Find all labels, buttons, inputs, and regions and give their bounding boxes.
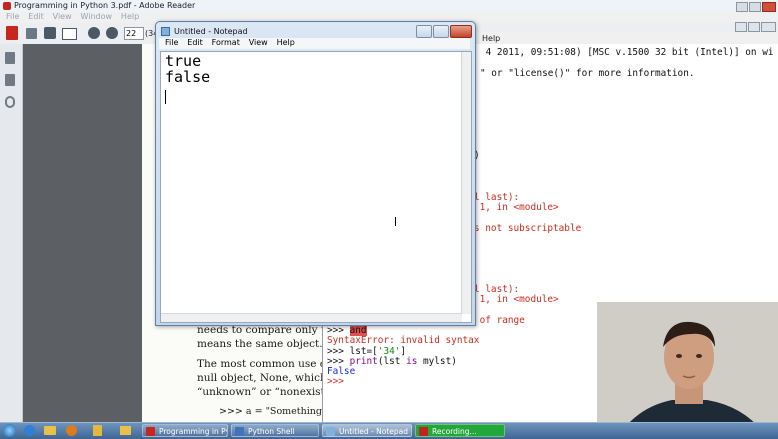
- adobe-reader-icon: [3, 2, 11, 10]
- reader-title-bar: Programming in Python 3.pdf - Adobe Read…: [0, 0, 778, 12]
- shell-syntax-error: SyntaxError: invalid syntax: [327, 335, 480, 346]
- file-explorer-icon[interactable]: [44, 426, 56, 435]
- reader-window-controls: [736, 2, 776, 12]
- shell-line: 1, in <module>: [474, 294, 559, 305]
- pdf-text-line: null object, None, which: [197, 372, 327, 384]
- notepad-horizontal-scrollbar[interactable]: [161, 313, 462, 322]
- reader-restore-button[interactable]: [749, 2, 761, 12]
- shell-maximize-button[interactable]: [748, 22, 760, 32]
- page-number-input[interactable]: [124, 27, 144, 40]
- shell-current-prompt[interactable]: >>>: [327, 376, 344, 387]
- shell-line: 4 2011, 09:51:08) [MSC v.1500 32 bit (In…: [480, 47, 774, 58]
- notepad-text-line: false: [165, 68, 211, 86]
- media-player-icon[interactable]: [93, 425, 102, 436]
- notepad-window: Untitled - Notepad File Edit Format View…: [155, 21, 476, 326]
- bookmarks-panel-icon[interactable]: [5, 74, 15, 86]
- pdf-text-line: The most common use c: [197, 358, 326, 370]
- notepad-close-button[interactable]: [450, 25, 472, 38]
- shell-window-controls: [735, 22, 778, 32]
- reader-menu-edit[interactable]: Edit: [28, 12, 44, 21]
- taskbar-item-label: Programming in Pyt...: [159, 427, 227, 436]
- internet-explorer-icon[interactable]: [24, 425, 35, 436]
- taskbar-item-adobe-reader[interactable]: Programming in Pyt...: [142, 424, 228, 437]
- pdf-text-line: means the same object.: [197, 338, 323, 350]
- taskbar-item-label: Python Shell: [248, 427, 295, 436]
- shell-menu-help[interactable]: Help: [482, 34, 500, 43]
- reader-menu-view[interactable]: View: [53, 12, 72, 21]
- notepad-menu-file[interactable]: File: [165, 38, 178, 47]
- notepad-menu-bar: File Edit Format View Help: [159, 38, 470, 49]
- shell-line: s not subscriptable: [474, 223, 582, 234]
- reader-window-title: Programming in Python 3.pdf - Adobe Read…: [14, 1, 196, 10]
- shell-line: " or "license()" for more information.: [480, 68, 695, 79]
- notepad-text-line: true: [165, 52, 202, 70]
- presenter-webcam-image: [597, 302, 778, 438]
- webcam-overlay: [597, 302, 778, 438]
- adobe-reader-task-icon: [146, 427, 155, 436]
- firefox-icon[interactable]: [66, 425, 77, 436]
- taskbar-item-label: Untitled - Notepad: [339, 427, 409, 436]
- reader-close-button[interactable]: [762, 2, 776, 12]
- text-caret: [165, 90, 166, 104]
- shell-line: of range: [474, 315, 525, 326]
- print-icon[interactable]: [44, 27, 56, 39]
- windows-taskbar: Programming in Pyt... Python Shell Untit…: [0, 422, 778, 439]
- shell-close-button[interactable]: [761, 22, 776, 32]
- shell-keyword-is: is: [406, 356, 418, 367]
- pages-panel-icon[interactable]: [5, 52, 15, 64]
- taskbar-item-label: Recording...: [432, 427, 477, 436]
- email-icon[interactable]: [62, 28, 77, 40]
- notepad-menu-format[interactable]: Format: [212, 38, 240, 47]
- notepad-menu-view[interactable]: View: [249, 38, 268, 47]
- shell-print-args: (lst: [377, 356, 407, 367]
- notepad-menu-edit[interactable]: Edit: [187, 38, 203, 47]
- start-button-icon[interactable]: [3, 424, 16, 437]
- pdf-code-line: >>> a = "Something": [219, 406, 327, 417]
- shell-line: 1, in <module>: [474, 202, 559, 213]
- taskbar-item-notepad[interactable]: Untitled - Notepad: [322, 424, 412, 437]
- recording-task-icon: [419, 427, 428, 436]
- save-icon[interactable]: [26, 28, 37, 39]
- previous-page-icon[interactable]: [88, 27, 100, 39]
- mouse-ibeam-cursor: [395, 217, 396, 226]
- pdf-text-line: “unknown” or “nonexiste: [197, 386, 332, 398]
- shell-minimize-button[interactable]: [735, 22, 747, 32]
- reader-menu-file[interactable]: File: [6, 12, 19, 21]
- taskbar-item-recording[interactable]: Recording...: [415, 424, 505, 437]
- notepad-menu-help[interactable]: Help: [277, 38, 295, 47]
- notepad-window-title: Untitled - Notepad: [174, 27, 248, 36]
- reader-menu-help[interactable]: Help: [121, 12, 139, 21]
- next-page-icon[interactable]: [106, 27, 118, 39]
- notepad-task-icon: [326, 427, 335, 436]
- create-pdf-icon[interactable]: [6, 26, 18, 40]
- attachments-paperclip-icon[interactable]: [5, 96, 15, 108]
- notepad-app-icon: [161, 27, 170, 36]
- python-shell-task-icon: [235, 427, 244, 436]
- folder-icon[interactable]: [120, 426, 131, 435]
- notepad-minimize-button[interactable]: [416, 25, 432, 38]
- notepad-vertical-scrollbar[interactable]: [461, 52, 471, 314]
- reader-menu-window[interactable]: Window: [81, 12, 113, 21]
- navigation-pane: [0, 44, 23, 422]
- notepad-maximize-button[interactable]: [433, 25, 449, 38]
- reader-minimize-button[interactable]: [736, 2, 748, 12]
- notepad-text-area[interactable]: true false: [160, 51, 472, 323]
- taskbar-item-python-shell[interactable]: Python Shell: [231, 424, 319, 437]
- shell-print-args-end: mylst): [417, 356, 457, 367]
